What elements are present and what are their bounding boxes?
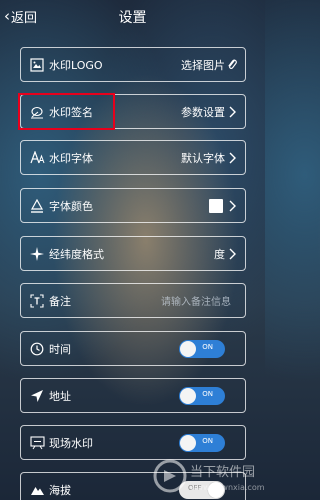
row-label: 字体颜色 — [49, 199, 93, 213]
row-label: 时间 — [49, 342, 71, 356]
toggle-text: ON — [202, 389, 213, 398]
address-toggle[interactable]: ON — [179, 386, 225, 405]
watermark-text: 当下软件园 — [190, 465, 255, 480]
paperclip-icon — [227, 58, 237, 72]
row-note[interactable]: 备注 请输入备注信息 — [20, 283, 246, 318]
row-value: 度 — [214, 247, 225, 261]
toggle-text: ON — [202, 436, 213, 445]
toggle-knob — [180, 340, 196, 357]
image-icon — [29, 57, 45, 73]
toggle-text: ON — [202, 342, 213, 351]
row-label: 水印LOGO — [49, 58, 103, 72]
location-arrow-icon — [29, 388, 45, 404]
compass-icon — [29, 246, 45, 262]
font-color-icon — [29, 198, 45, 214]
row-value: 参数设置 — [181, 105, 225, 119]
row-label: 备注 — [49, 294, 71, 308]
row-watermark-font[interactable]: 水印字体 默认字体 — [20, 140, 246, 175]
color-swatch — [209, 198, 223, 213]
chevron-right-icon — [227, 105, 237, 119]
site-watermark: 当下软件园 www.downxia.com — [150, 452, 265, 500]
toggle-knob — [180, 387, 196, 404]
header-bar: ‹ 返回 设置 — [0, 0, 265, 30]
note-icon — [29, 293, 45, 309]
chevron-right-icon — [227, 151, 237, 165]
row-label: 经纬度格式 — [49, 247, 104, 261]
highlight-box — [18, 93, 115, 130]
row-value: 默认字体 — [181, 151, 225, 165]
row-font-color[interactable]: 字体颜色 — [20, 188, 246, 223]
page-title: 设置 — [118, 10, 147, 26]
row-label: 现场水印 — [49, 436, 93, 450]
row-coordinate-format[interactable]: 经纬度格式 度 — [20, 236, 246, 271]
font-icon — [29, 150, 45, 166]
onsite-watermark-toggle[interactable]: ON — [179, 433, 225, 452]
row-value: 选择图片 — [181, 58, 225, 72]
row-time: 时间 ON — [20, 331, 246, 366]
onsite-icon — [29, 435, 45, 451]
chevron-right-icon — [227, 247, 237, 261]
note-input[interactable]: 请输入备注信息 — [161, 293, 231, 308]
mountain-icon — [29, 482, 45, 498]
clock-icon — [29, 341, 45, 357]
row-watermark-logo[interactable]: 水印LOGO 选择图片 — [20, 47, 246, 82]
row-label: 水印字体 — [49, 151, 93, 165]
row-address: 地址 ON — [20, 378, 246, 413]
chevron-right-icon — [227, 199, 237, 213]
row-label: 地址 — [49, 389, 71, 403]
time-toggle[interactable]: ON — [179, 339, 225, 358]
toggle-knob — [180, 434, 196, 451]
watermark-url: www.downxia.com — [190, 483, 265, 492]
